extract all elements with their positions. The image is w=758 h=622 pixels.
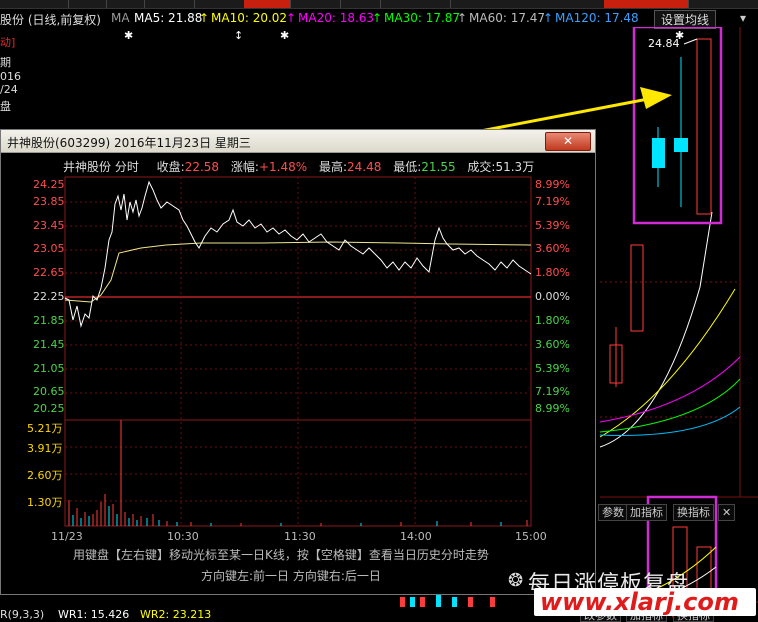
ma5-line xyxy=(599,211,713,448)
time-tick: 14:00 xyxy=(400,530,432,543)
volume-strip xyxy=(400,595,495,607)
marker-icon: ↕ xyxy=(234,29,243,42)
price-tick: 23.45 xyxy=(33,219,65,232)
time-tick: 11/23 xyxy=(51,530,83,543)
price-tick: 20.25 xyxy=(33,402,65,415)
time-tick: 15:00 xyxy=(515,530,547,543)
ma60-line xyxy=(599,406,741,436)
tab[interactable] xyxy=(30,0,69,8)
kline-candle xyxy=(696,38,712,215)
pct-tick: 7.19% xyxy=(535,385,570,398)
tab[interactable] xyxy=(300,0,341,8)
price-tick: 23.05 xyxy=(33,242,65,255)
arrow-key-hint: 方向键左:前一日 方向键右:后一日 xyxy=(201,569,381,583)
tab[interactable] xyxy=(380,0,451,8)
pct-tick: 8.99% xyxy=(535,402,570,415)
price-tick: 23.85 xyxy=(33,195,65,208)
annotation-box xyxy=(632,27,723,225)
price-tick: 22.25 xyxy=(33,290,65,303)
keyboard-hint: 用键盘【左右键】移动光标至某一日K线，按【空格键】查看当日历史分时走势 xyxy=(73,548,489,562)
add-indicator-button[interactable]: 加指标 xyxy=(626,504,667,521)
tab[interactable] xyxy=(340,0,381,8)
site-url: www.xlarj.com xyxy=(540,588,739,616)
switch-indicator-button[interactable]: 换指标 xyxy=(673,504,714,521)
tab[interactable] xyxy=(144,0,195,8)
ma10-value: MA10: 20.02 xyxy=(211,11,288,25)
time-tick: 10:30 xyxy=(167,530,199,543)
tab-daily-active[interactable] xyxy=(244,0,291,8)
marker-icon: ✱ xyxy=(280,29,289,42)
stock-title: 股份 (日线,前复权) xyxy=(0,13,101,27)
tab[interactable] xyxy=(68,0,107,8)
param-button[interactable]: 参数 xyxy=(598,504,628,521)
kline-candle xyxy=(630,244,644,332)
volume-tick: 2.60万 xyxy=(27,469,63,482)
tab[interactable] xyxy=(106,0,145,8)
price-tick: 22.65 xyxy=(33,266,65,279)
top-tab-strip xyxy=(0,0,758,9)
price-tick: 21.85 xyxy=(33,314,65,327)
site-logo: www.xlarj.com xyxy=(534,588,756,616)
ma10-line xyxy=(599,288,736,438)
price-tick: 21.45 xyxy=(33,338,65,351)
ma-bar: 股份 (日线,前复权) MA MA5: 21.88 ↑ MA10: 20.02 … xyxy=(0,9,758,29)
price-tick: 21.05 xyxy=(33,362,65,375)
up-arrow-icon: ↑ xyxy=(199,11,210,25)
close-icon[interactable]: ✕ xyxy=(718,504,736,521)
high-label: 24.84 xyxy=(648,37,680,50)
volume-tick: 3.91万 xyxy=(27,442,63,455)
wr2-value: WR2: 23.213 xyxy=(140,608,212,621)
ma20-value: MA20: 18.63 xyxy=(298,11,375,25)
dropdown-icon[interactable]: ▾ xyxy=(740,11,746,25)
pct-tick: 3.60% xyxy=(535,338,570,351)
wr1-value: WR1: 15.426 xyxy=(58,608,130,621)
pct-tick: 3.60% xyxy=(535,242,570,255)
tab-red[interactable] xyxy=(646,0,689,8)
volume-tick: 1.30万 xyxy=(27,496,63,509)
indicator-name: R(9,3,3) xyxy=(0,608,45,621)
up-arrow-icon: ↑ xyxy=(543,11,554,25)
intraday-chart[interactable] xyxy=(1,130,595,594)
pct-tick: 7.19% xyxy=(535,195,570,208)
marker-icon: ✱ xyxy=(124,29,133,42)
pct-tick: 0.00% xyxy=(535,290,570,303)
time-tick: 11:30 xyxy=(284,530,316,543)
ma-label: MA xyxy=(111,11,130,25)
pct-tick: 8.99% xyxy=(535,178,570,191)
price-tick: 20.65 xyxy=(33,385,65,398)
tab[interactable] xyxy=(194,0,245,8)
volume-tick: 5.21万 xyxy=(27,422,63,435)
pct-tick: 1.80% xyxy=(535,314,570,327)
wechat-icon: ❂ xyxy=(508,570,524,591)
up-arrow-icon: ↑ xyxy=(457,11,468,25)
ma30-value: MA30: 17.87 xyxy=(384,11,461,25)
tab-red[interactable] xyxy=(604,0,647,8)
ma120-value: MA120: 17.48 xyxy=(555,11,639,25)
intraday-dialog[interactable]: 井神股份(603299) 2016年11月23日 星期三 ✕ 井神股份 分时 收… xyxy=(0,129,596,595)
pct-tick: 1.80% xyxy=(535,266,570,279)
arrow-head-icon xyxy=(640,87,672,109)
up-arrow-icon: ↑ xyxy=(286,11,297,25)
ma30-line xyxy=(599,378,741,433)
pct-tick: 5.39% xyxy=(535,362,570,375)
pct-tick: 5.39% xyxy=(535,219,570,232)
ma20-line xyxy=(599,356,741,423)
ma60-value: MA60: 17.47 xyxy=(469,11,546,25)
price-tick: 24.25 xyxy=(33,178,65,191)
up-arrow-icon: ↑ xyxy=(372,11,383,25)
ma5-value: MA5: 21.88 xyxy=(134,11,203,25)
arrow-icon xyxy=(469,97,649,135)
